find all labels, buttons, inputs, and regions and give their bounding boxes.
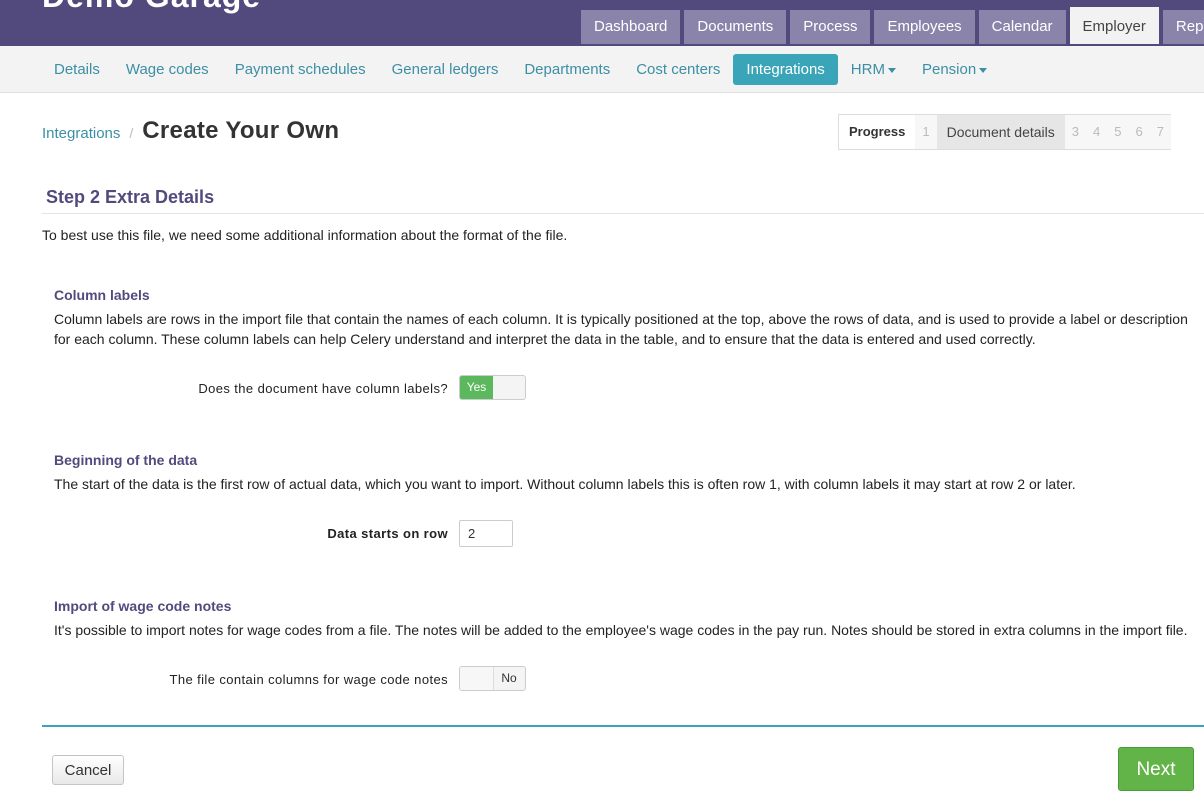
step-intro: To best use this file, we need some addi… — [42, 227, 568, 243]
subnav-pension-dropdown[interactable]: Pension — [909, 54, 1000, 85]
caret-down-icon — [979, 67, 988, 73]
tab-process[interactable]: Process — [790, 10, 871, 44]
toggle-knob — [460, 667, 494, 690]
subnav-general-ledgers[interactable]: General ledgers — [379, 54, 512, 85]
subnav-departments[interactable]: Departments — [511, 54, 623, 85]
company-name: Demo Garage — [42, 0, 261, 15]
progress-step-current: Document details — [936, 115, 1065, 149]
section-title-wage-notes: Import of wage code notes — [54, 598, 232, 614]
next-button[interactable]: Next — [1118, 747, 1194, 791]
progress-label: Progress — [839, 115, 916, 149]
section-desc-data-start: The start of the data is the first row o… — [54, 476, 1076, 492]
divider — [42, 213, 1204, 214]
toggle-no-label: No — [501, 671, 517, 685]
sub-nav: Details Wage codes Payment schedules Gen… — [0, 46, 1204, 93]
caret-down-icon — [887, 67, 896, 73]
subnav-integrations[interactable]: Integrations — [733, 54, 838, 85]
progress-step-6: 6 — [1128, 115, 1150, 149]
data-start-row-input[interactable] — [459, 520, 513, 547]
section-desc-column-labels: Column labels are rows in the import fil… — [54, 311, 1188, 347]
data-start-field-label: Data starts on row — [327, 526, 448, 541]
tab-dashboard[interactable]: Dashboard — [581, 10, 681, 44]
tab-documents[interactable]: Documents — [684, 10, 787, 44]
breadcrumb-separator: / — [129, 125, 134, 141]
subnav-hrm-dropdown[interactable]: HRM — [838, 54, 909, 85]
tab-employees[interactable]: Employees — [874, 10, 975, 44]
section-title-column-labels: Column labels — [54, 287, 150, 303]
progress-step-3: 3 — [1064, 115, 1087, 149]
progress-step-4: 4 — [1086, 115, 1108, 149]
subnav-payment-schedules[interactable]: Payment schedules — [222, 54, 379, 85]
subnav-wage-codes[interactable]: Wage codes — [113, 54, 222, 85]
column-labels-toggle[interactable]: Yes — [459, 375, 526, 400]
progress-indicator: Progress 1 Document details 3 4 5 6 7 — [838, 114, 1171, 150]
progress-step-7: 7 — [1149, 115, 1171, 149]
subnav-pension-label: Pension — [921, 61, 977, 78]
breadcrumb: Integrations / Create Your Own — [42, 117, 339, 145]
wage-notes-toggle[interactable]: No — [459, 666, 526, 691]
subnav-cost-centers[interactable]: Cost centers — [623, 54, 733, 85]
top-header: Demo Garage Dashboard Documents Process … — [0, 0, 1204, 46]
progress-step-1: 1 — [915, 115, 937, 149]
toggle-yes-label: Yes — [460, 376, 493, 399]
tab-reports[interactable]: Reports — [1162, 10, 1204, 44]
section-desc-wage-notes: It's possible to import notes for wage c… — [54, 622, 1188, 638]
section-title-data-start: Beginning of the data — [54, 452, 198, 468]
wage-notes-field-label: The file contain columns for wage code n… — [169, 672, 448, 687]
progress-step-5: 5 — [1107, 115, 1129, 149]
main-nav-tabs: Dashboard Documents Process Employees Ca… — [581, 7, 1204, 44]
subnav-details[interactable]: Details — [41, 54, 113, 85]
subnav-hrm-label: HRM — [850, 61, 885, 78]
tab-calendar[interactable]: Calendar — [978, 10, 1066, 44]
page-title: Create Your Own — [142, 117, 340, 144]
step-heading: Step 2 Extra Details — [46, 187, 215, 207]
column-labels-field-label: Does the document have column labels? — [198, 381, 448, 396]
tab-employer[interactable]: Employer — [1069, 7, 1159, 44]
footer-divider — [42, 725, 1204, 727]
breadcrumb-integrations-link[interactable]: Integrations — [42, 125, 120, 142]
cancel-button[interactable]: Cancel — [52, 755, 124, 785]
